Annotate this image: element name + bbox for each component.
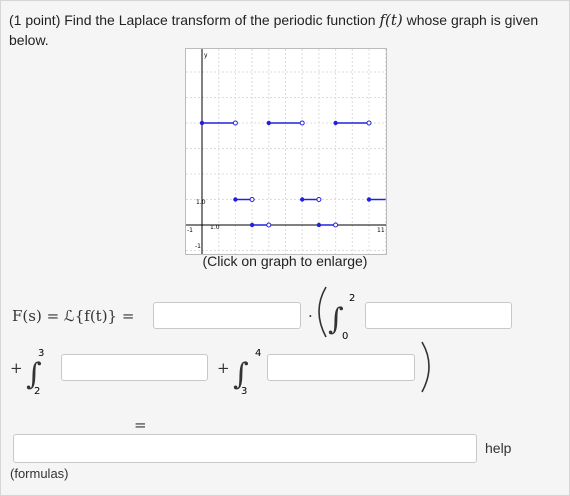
- y-axis-label: y: [204, 52, 208, 59]
- open-endpoint: [366, 120, 372, 126]
- final-answer-input[interactable]: [13, 434, 477, 463]
- tick-label-1-y: 1.0: [196, 199, 206, 206]
- coefficient-input[interactable]: [153, 302, 301, 329]
- closed-endpoint: [333, 120, 338, 126]
- graph-caption[interactable]: (Click on graph to enlarge): [185, 253, 385, 269]
- function-graph[interactable]: y -1 -1 11 1.0 1.0: [184, 48, 387, 255]
- integral-3-4: ∫ 4 3: [233, 348, 261, 397]
- closed-endpoint: [233, 197, 238, 202]
- plus-sign-1: +: [10, 359, 23, 377]
- open-endpoint: [333, 222, 339, 228]
- integrand-2-3-input[interactable]: [61, 354, 208, 381]
- int2-upper: 3: [38, 348, 44, 359]
- open-paren-icon: [318, 286, 327, 338]
- closed-endpoint: [316, 222, 322, 228]
- plus-sign-2: +: [217, 359, 230, 377]
- int2-lower: 2: [34, 386, 40, 397]
- open-endpoint: [299, 120, 305, 126]
- multiply-dot: ·: [308, 307, 313, 325]
- equals-sign: =: [134, 416, 147, 434]
- open-paren-integral-0-2: ∫ 2 0: [318, 286, 355, 342]
- tick-label-11: 11: [377, 227, 385, 234]
- open-endpoint: [266, 222, 272, 228]
- close-paren-icon: [421, 341, 430, 393]
- tick-label-neg1-x: -1: [187, 227, 193, 234]
- problem-prefix: (1 point) Find the Laplace transform of …: [9, 12, 380, 28]
- problem-function: f(t): [379, 11, 403, 29]
- closed-endpoint: [199, 120, 205, 126]
- laplace-lhs: F(s) = ℒ{f(t)} =: [12, 307, 135, 325]
- closed-endpoint: [300, 197, 305, 202]
- integrand-3-4-input[interactable]: [267, 354, 415, 381]
- int3-lower: 3: [241, 386, 247, 397]
- problem-statement: (1 point) Find the Laplace transform of …: [9, 10, 554, 50]
- formulas-link[interactable]: (formulas): [10, 466, 69, 481]
- open-endpoint: [316, 197, 322, 202]
- closed-endpoint: [249, 222, 255, 228]
- closed-endpoint: [366, 197, 372, 202]
- int1-lower: 0: [342, 331, 348, 342]
- graph-plot: y -1 -1 11 1.0 1.0: [184, 49, 387, 254]
- int1-upper: 2: [349, 293, 355, 304]
- open-endpoint: [249, 197, 255, 202]
- int3-upper: 4: [255, 348, 261, 359]
- help-link[interactable]: help: [485, 440, 511, 456]
- closed-endpoint: [266, 120, 271, 126]
- open-endpoint: [232, 120, 238, 126]
- tick-label-1-x: 1.0: [210, 224, 220, 231]
- tick-label-neg1-y: -1: [195, 243, 201, 250]
- integral-2-3: ∫ 3 2: [26, 348, 44, 397]
- integrand-0-2-input[interactable]: [365, 302, 512, 329]
